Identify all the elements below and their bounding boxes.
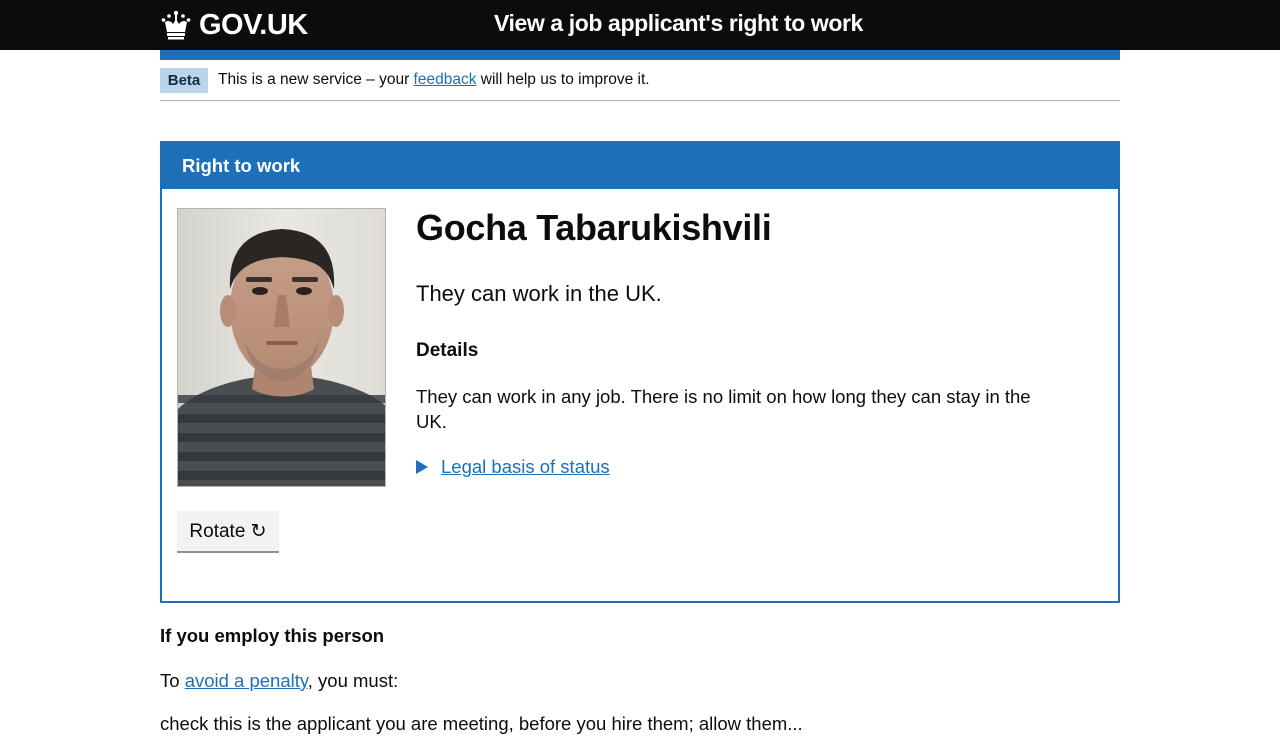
service-name[interactable]: View a job applicant's right to work (494, 10, 863, 37)
employ-heading: If you employ this person (160, 625, 385, 646)
avoid-penalty-link[interactable]: avoid a penalty (185, 670, 308, 691)
applicant-photo (177, 208, 386, 487)
list-item: check this is the applicant you are meet… (160, 713, 803, 734)
phase-banner-text: This is a new service – your feedback wi… (218, 70, 650, 90)
legal-basis-details-toggle[interactable]: Legal basis of status (416, 454, 610, 479)
rotate-button[interactable]: Rotate ↻ (177, 511, 279, 551)
details-heading: Details (416, 340, 479, 361)
legal-basis-link[interactable]: Legal basis of status (441, 454, 610, 479)
person-name: Gocha Tabarukishvili (416, 207, 772, 248)
crown-icon (161, 10, 191, 40)
right-to-work-panel: Right to work Rotate ↻ Gocha Tabarukishv… (160, 141, 1120, 603)
header-blue-strip (160, 50, 1120, 60)
phase-banner: Beta This is a new service – your feedba… (160, 68, 1120, 101)
panel-heading: Right to work (162, 143, 1118, 189)
govuk-logo-link[interactable]: GOV.UK (160, 6, 308, 44)
to-text: To (160, 670, 185, 691)
avoid-penalty-text: To avoid a penalty, you must: (160, 668, 398, 693)
site-header: GOV.UK View a job applicant's right to w… (0, 0, 1280, 50)
feedback-link[interactable]: feedback (414, 71, 477, 88)
work-status: They can work in the UK. (416, 281, 662, 306)
applicant-photo-image (178, 209, 385, 486)
phase-tag: Beta (160, 68, 208, 93)
must-text: , you must: (307, 670, 399, 691)
phase-text-before: This is a new service – your (218, 71, 414, 88)
details-text: They can work in any job. There is no li… (416, 386, 1031, 432)
phase-text-after: will help us to improve it. (476, 71, 650, 88)
logo-text: GOV.UK (199, 8, 308, 41)
triangle-right-icon (416, 459, 428, 474)
